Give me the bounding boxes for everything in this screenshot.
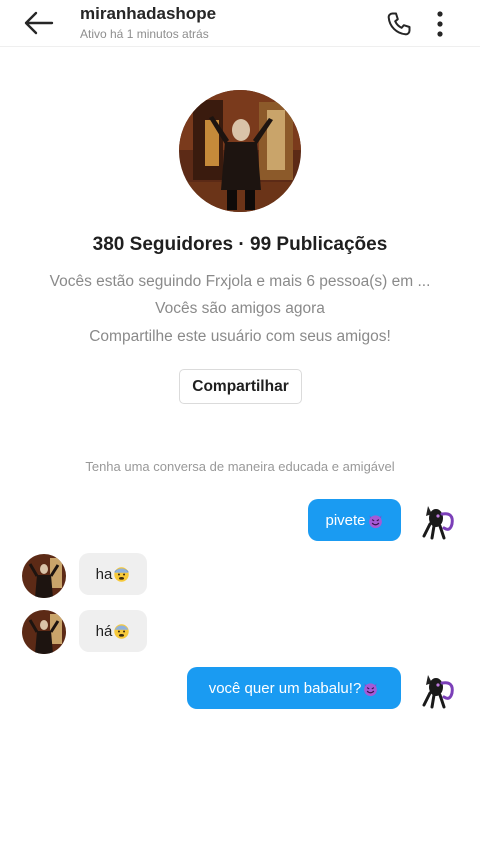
- conversation-notice: Tenha uma conversa de maneira educada e …: [85, 459, 395, 474]
- message-bubble-outgoing[interactable]: pivete: [308, 499, 401, 541]
- chat-header: miranhadashope Ativo há 1 minutos atrás: [0, 0, 480, 47]
- smiling-devil-emoji: [364, 682, 378, 696]
- message-text: ha: [95, 565, 113, 583]
- message-text: pivete: [325, 511, 366, 529]
- contact-avatar[interactable]: [22, 554, 66, 598]
- fearful-face-emoji: [114, 566, 130, 582]
- message-text: você quer um babalu!?: [208, 679, 362, 697]
- contact-avatar[interactable]: [22, 610, 66, 654]
- active-status: Ativo há 1 minutos atrás: [80, 27, 209, 41]
- following-info: Vocês estão seguindo Frxjola e mais 6 pe…: [49, 273, 431, 290]
- share-button[interactable]: Compartilhar: [179, 369, 302, 404]
- share-prompt: Compartilhe este usuário com seus amigos…: [89, 328, 391, 345]
- message-bubble-outgoing[interactable]: você quer um babalu!?: [187, 667, 401, 709]
- profile-avatar[interactable]: [179, 90, 301, 212]
- chat-username[interactable]: miranhadashope: [80, 4, 216, 24]
- message-text: há: [95, 622, 113, 640]
- phone-icon[interactable]: [386, 11, 412, 37]
- more-vertical-icon[interactable]: [430, 10, 450, 38]
- back-arrow-icon[interactable]: [22, 10, 54, 36]
- my-avatar-icon[interactable]: [414, 498, 458, 542]
- my-avatar-icon[interactable]: [414, 667, 458, 711]
- fearful-face-emoji: [114, 623, 130, 639]
- smiling-devil-emoji: [368, 514, 382, 528]
- friends-info: Vocês são amigos agora: [155, 300, 325, 317]
- message-bubble-incoming[interactable]: há: [79, 610, 147, 652]
- message-bubble-incoming[interactable]: ha: [79, 553, 147, 595]
- profile-stats: 380 Seguidores · 99 Publicações: [92, 234, 388, 255]
